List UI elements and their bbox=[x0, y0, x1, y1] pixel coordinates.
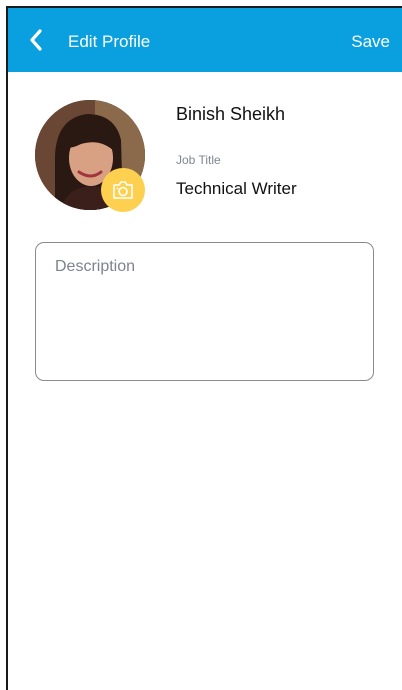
job-title-label: Job Title bbox=[176, 153, 221, 167]
camera-icon bbox=[113, 181, 133, 199]
back-button[interactable] bbox=[24, 26, 50, 54]
change-photo-button[interactable] bbox=[101, 168, 145, 212]
edit-profile-screen: Edit Profile Save Binish Sheikh Job Titl… bbox=[6, 6, 402, 690]
app-bar: Edit Profile Save bbox=[8, 8, 402, 72]
description-field[interactable]: Description bbox=[35, 242, 374, 381]
chevron-left-icon bbox=[30, 29, 42, 51]
profile-name[interactable]: Binish Sheikh bbox=[176, 103, 285, 125]
save-button[interactable]: Save bbox=[351, 32, 390, 52]
job-title-field[interactable]: Technical Writer bbox=[176, 179, 297, 199]
description-placeholder: Description bbox=[55, 258, 136, 275]
page-title: Edit Profile bbox=[68, 32, 151, 51]
